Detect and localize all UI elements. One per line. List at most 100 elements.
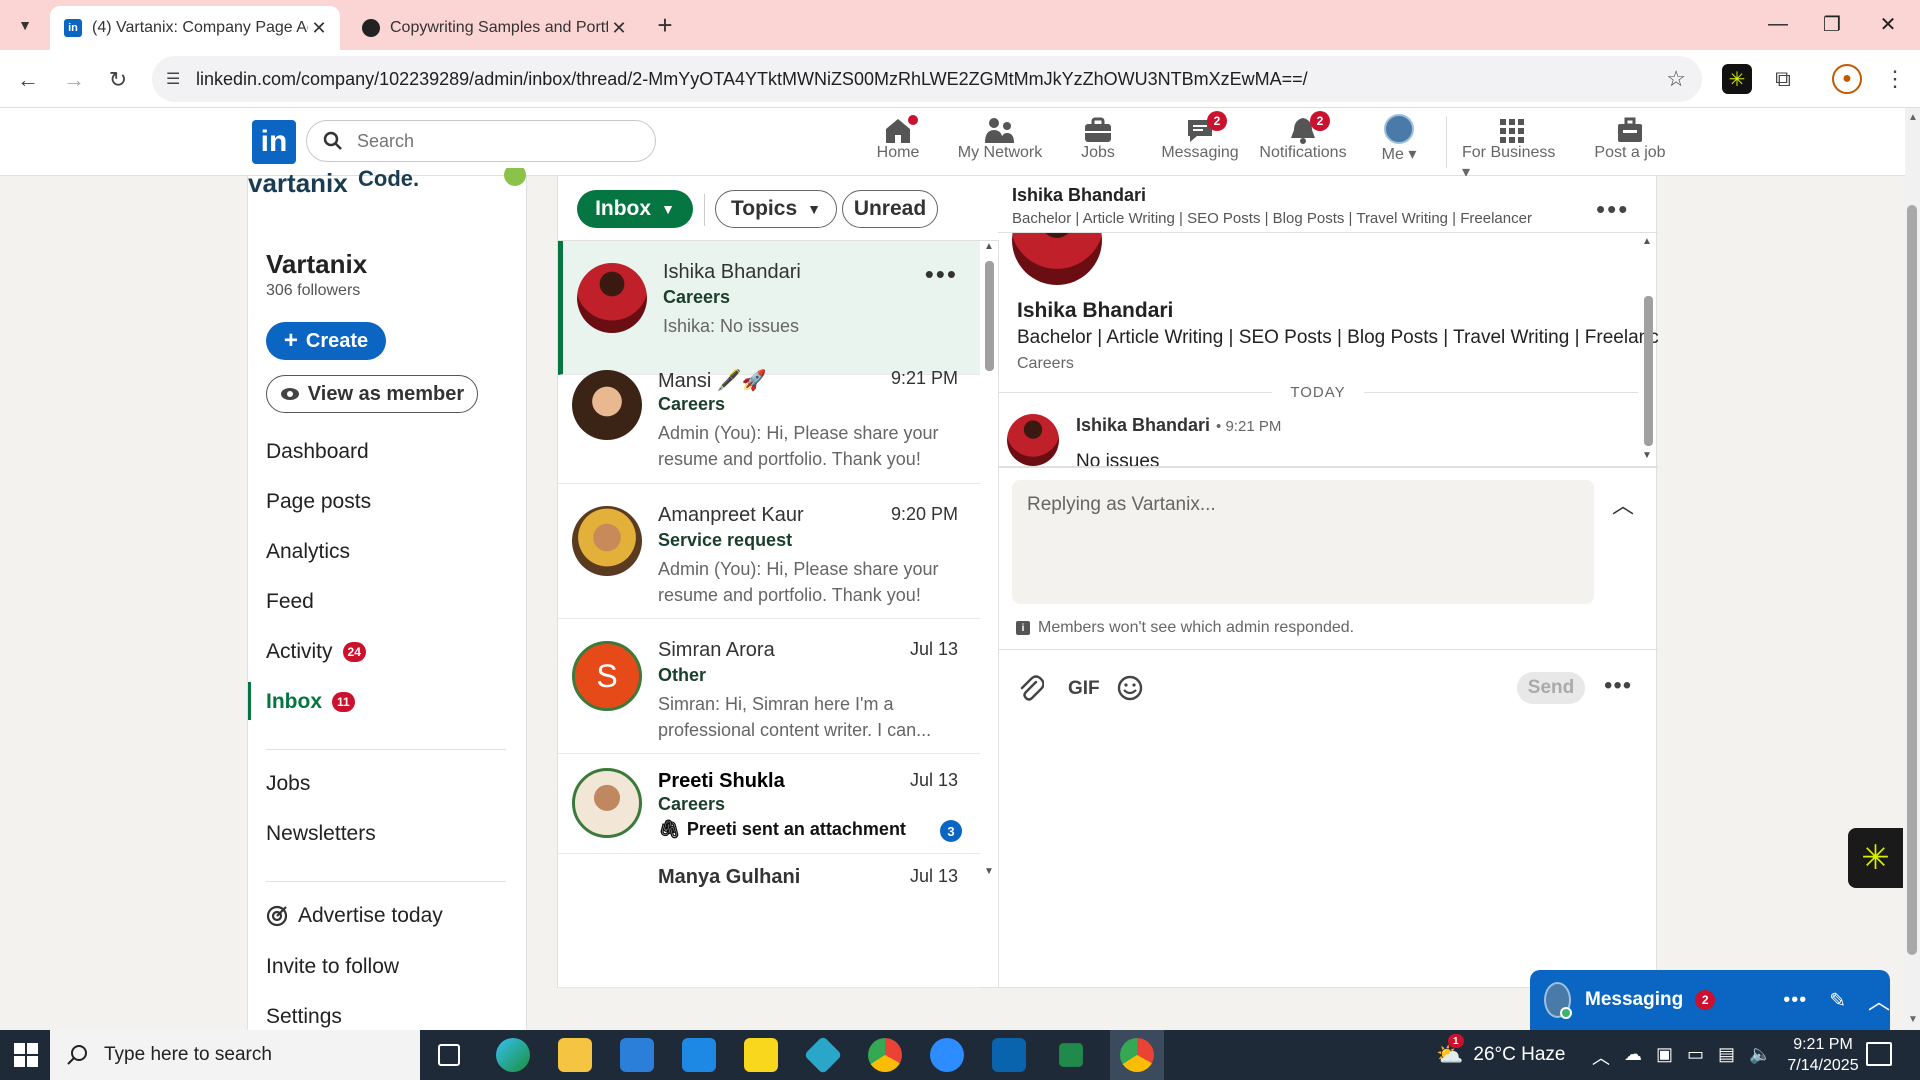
extension-icon[interactable]: ✳ (1722, 64, 1752, 94)
search-input[interactable] (357, 130, 617, 152)
conversation-item[interactable]: Manya Gulhani Jul 13 (558, 854, 980, 988)
sticky-notes-icon[interactable] (744, 1038, 778, 1072)
caret-down-icon: ▼ (661, 201, 675, 217)
nav-for-business[interactable]: For Business ▾ (1462, 114, 1562, 182)
minimize-icon[interactable]: — (1756, 8, 1800, 40)
nav-messaging[interactable]: 2 Messaging (1160, 111, 1240, 162)
list-scroll-thumb[interactable] (985, 261, 994, 371)
chevron-up-icon[interactable]: ︿ (1868, 984, 1890, 1016)
sidebar-item-page-posts[interactable]: Page posts (266, 490, 371, 514)
attach-paperclip-icon[interactable] (1018, 674, 1044, 702)
linkedin-logo-icon[interactable]: in (252, 120, 296, 164)
company-name[interactable]: Vartanix (266, 249, 367, 280)
list-scrollbar[interactable]: ▲ ▼ (980, 241, 998, 881)
company-logo: vartanix Code. (248, 168, 526, 202)
nav-notifications[interactable]: 2 Notifications (1255, 111, 1351, 162)
browser-tab[interactable]: Copywriting Samples and Portfolio ✕ (350, 6, 640, 50)
thread-more-options-icon[interactable]: ••• (1596, 194, 1629, 225)
weather-widget[interactable]: ⛅ 1 26°C Haze (1436, 1030, 1566, 1080)
profile-name[interactable]: Ishika Bhandari (1017, 299, 1173, 323)
close-window-icon[interactable]: ✕ (1866, 8, 1910, 40)
new-tab-icon[interactable]: + (650, 10, 680, 40)
bookmark-star-icon[interactable]: ☆ (1666, 66, 1686, 92)
tray-icons[interactable]: ︿ ☁ ▣ ▭ ▤ 🔈 (1592, 1044, 1771, 1070)
conversation-item[interactable]: Mansi 🖋️🚀 9:21 PM Careers Admin (You): H… (558, 348, 980, 484)
send-options-icon[interactable]: ••• (1604, 672, 1632, 700)
conversation-item[interactable]: S Simran Arora Jul 13 Other Simran: Hi, … (558, 619, 980, 754)
extensions-puzzle-icon[interactable]: ⧉ (1768, 64, 1798, 94)
message-time: • 9:21 PM (1216, 418, 1282, 435)
inbox-filter-button[interactable]: Inbox ▼ (577, 190, 693, 228)
browser-tab-active[interactable]: in (4) Vartanix: Company Page Admin ✕ (50, 6, 340, 50)
address-bar[interactable]: ☰ linkedin.com/company/102239289/admin/i… (152, 56, 1702, 102)
reply-input[interactable]: Replying as Vartanix... (1012, 480, 1594, 604)
dock-more-icon[interactable]: ••• (1783, 989, 1807, 1012)
view-as-member-button[interactable]: View as member (266, 375, 478, 413)
profile-icon[interactable]: ● (1832, 64, 1862, 94)
outlook-icon[interactable] (992, 1038, 1026, 1072)
browser-menu-icon[interactable]: ⋮ (1880, 64, 1910, 94)
profile-avatar[interactable] (1012, 233, 1102, 285)
send-button[interactable]: Send (1517, 672, 1585, 704)
nav-post-a-job[interactable]: Post a job (1580, 114, 1680, 162)
thread-header-name[interactable]: Ishika Bhandari (1012, 185, 1146, 206)
expand-composer-icon[interactable]: ︿ (1612, 488, 1634, 520)
conversation-item[interactable]: Amanpreet Kaur 9:20 PM Service request A… (558, 484, 980, 619)
app-icon[interactable] (803, 1035, 843, 1075)
more-options-icon[interactable]: ••• (925, 259, 958, 290)
nav-me[interactable]: Me ▾ (1374, 114, 1424, 164)
gif-button[interactable]: GIF (1068, 678, 1100, 700)
reload-icon[interactable]: ↻ (102, 64, 134, 96)
sidebar-item-analytics[interactable]: Analytics (266, 540, 350, 564)
sidebar-item-jobs[interactable]: Jobs (266, 772, 310, 796)
notification-center-icon[interactable] (1866, 1042, 1892, 1066)
message-sender[interactable]: Ishika Bhandari (1076, 415, 1210, 436)
sidebar-item-newsletters[interactable]: Newsletters (266, 822, 376, 846)
topics-filter-button[interactable]: Topics ▼ (715, 190, 837, 228)
zoom-icon[interactable] (930, 1038, 964, 1072)
message-avatar[interactable] (1007, 414, 1059, 466)
page-scroll-thumb[interactable] (1907, 205, 1917, 955)
nav-jobs[interactable]: Jobs (1078, 114, 1118, 162)
site-info-icon[interactable]: ☰ (166, 69, 180, 89)
thread-scroll-thumb[interactable] (1644, 296, 1653, 446)
edge-icon[interactable] (496, 1038, 530, 1072)
close-tab-icon[interactable]: ✕ (608, 18, 630, 39)
nav-home[interactable]: Home (874, 112, 922, 162)
chrome-active-icon[interactable] (1120, 1038, 1154, 1072)
unread-filter-button[interactable]: Unread (842, 190, 938, 228)
messaging-dock[interactable]: Messaging 2 ••• ✎ ︿ (1530, 970, 1890, 1030)
windows-start-icon[interactable] (14, 1043, 38, 1067)
floating-extension-icon[interactable]: ✳ (1848, 828, 1903, 888)
store-icon[interactable] (620, 1038, 654, 1072)
chrome-icon[interactable] (868, 1038, 902, 1072)
sidebar-item-feed[interactable]: Feed (266, 590, 314, 614)
clock[interactable]: 9:21 PM 7/14/2025 (1778, 1034, 1868, 1076)
conversation-name: Amanpreet Kaur (658, 504, 804, 526)
forward-icon[interactable]: → (58, 64, 90, 96)
conversation-time: 9:21 PM (890, 368, 958, 388)
nav-my-network[interactable]: My Network (955, 114, 1045, 162)
back-icon[interactable]: ← (12, 64, 44, 96)
mail-icon[interactable] (682, 1038, 716, 1072)
restore-icon[interactable]: ❐ (1810, 8, 1854, 40)
compose-icon[interactable]: ✎ (1829, 988, 1846, 1013)
sidebar-item-settings[interactable]: Settings (266, 1005, 342, 1029)
sidebar-item-inbox[interactable]: Inbox 11 (266, 690, 355, 714)
file-explorer-icon[interactable] (558, 1038, 592, 1072)
close-tab-icon[interactable]: ✕ (308, 18, 330, 39)
task-view-icon[interactable] (438, 1044, 460, 1066)
conversation-item-unread[interactable]: Preeti Shukla Jul 13 Careers 🖇 Preeti se… (558, 754, 980, 854)
sidebar-item-dashboard[interactable]: Dashboard (266, 440, 369, 464)
sidebar-item-invite[interactable]: Invite to follow (266, 955, 399, 979)
tab-search-button[interactable]: ▼ (10, 10, 40, 40)
thread-scrollbar[interactable]: ▲ ▼ (1640, 236, 1656, 464)
emoji-icon[interactable] (1116, 674, 1144, 702)
conversation-topic: Service request (658, 530, 793, 550)
sidebar-item-advertise[interactable]: Advertise today (266, 904, 443, 928)
create-button[interactable]: + Create (266, 322, 386, 360)
sidebar-item-activity[interactable]: Activity 24 (266, 640, 366, 664)
global-search[interactable] (306, 120, 656, 162)
taskbar-search[interactable]: Type here to search (50, 1030, 420, 1080)
app-icon[interactable] (1059, 1043, 1083, 1067)
